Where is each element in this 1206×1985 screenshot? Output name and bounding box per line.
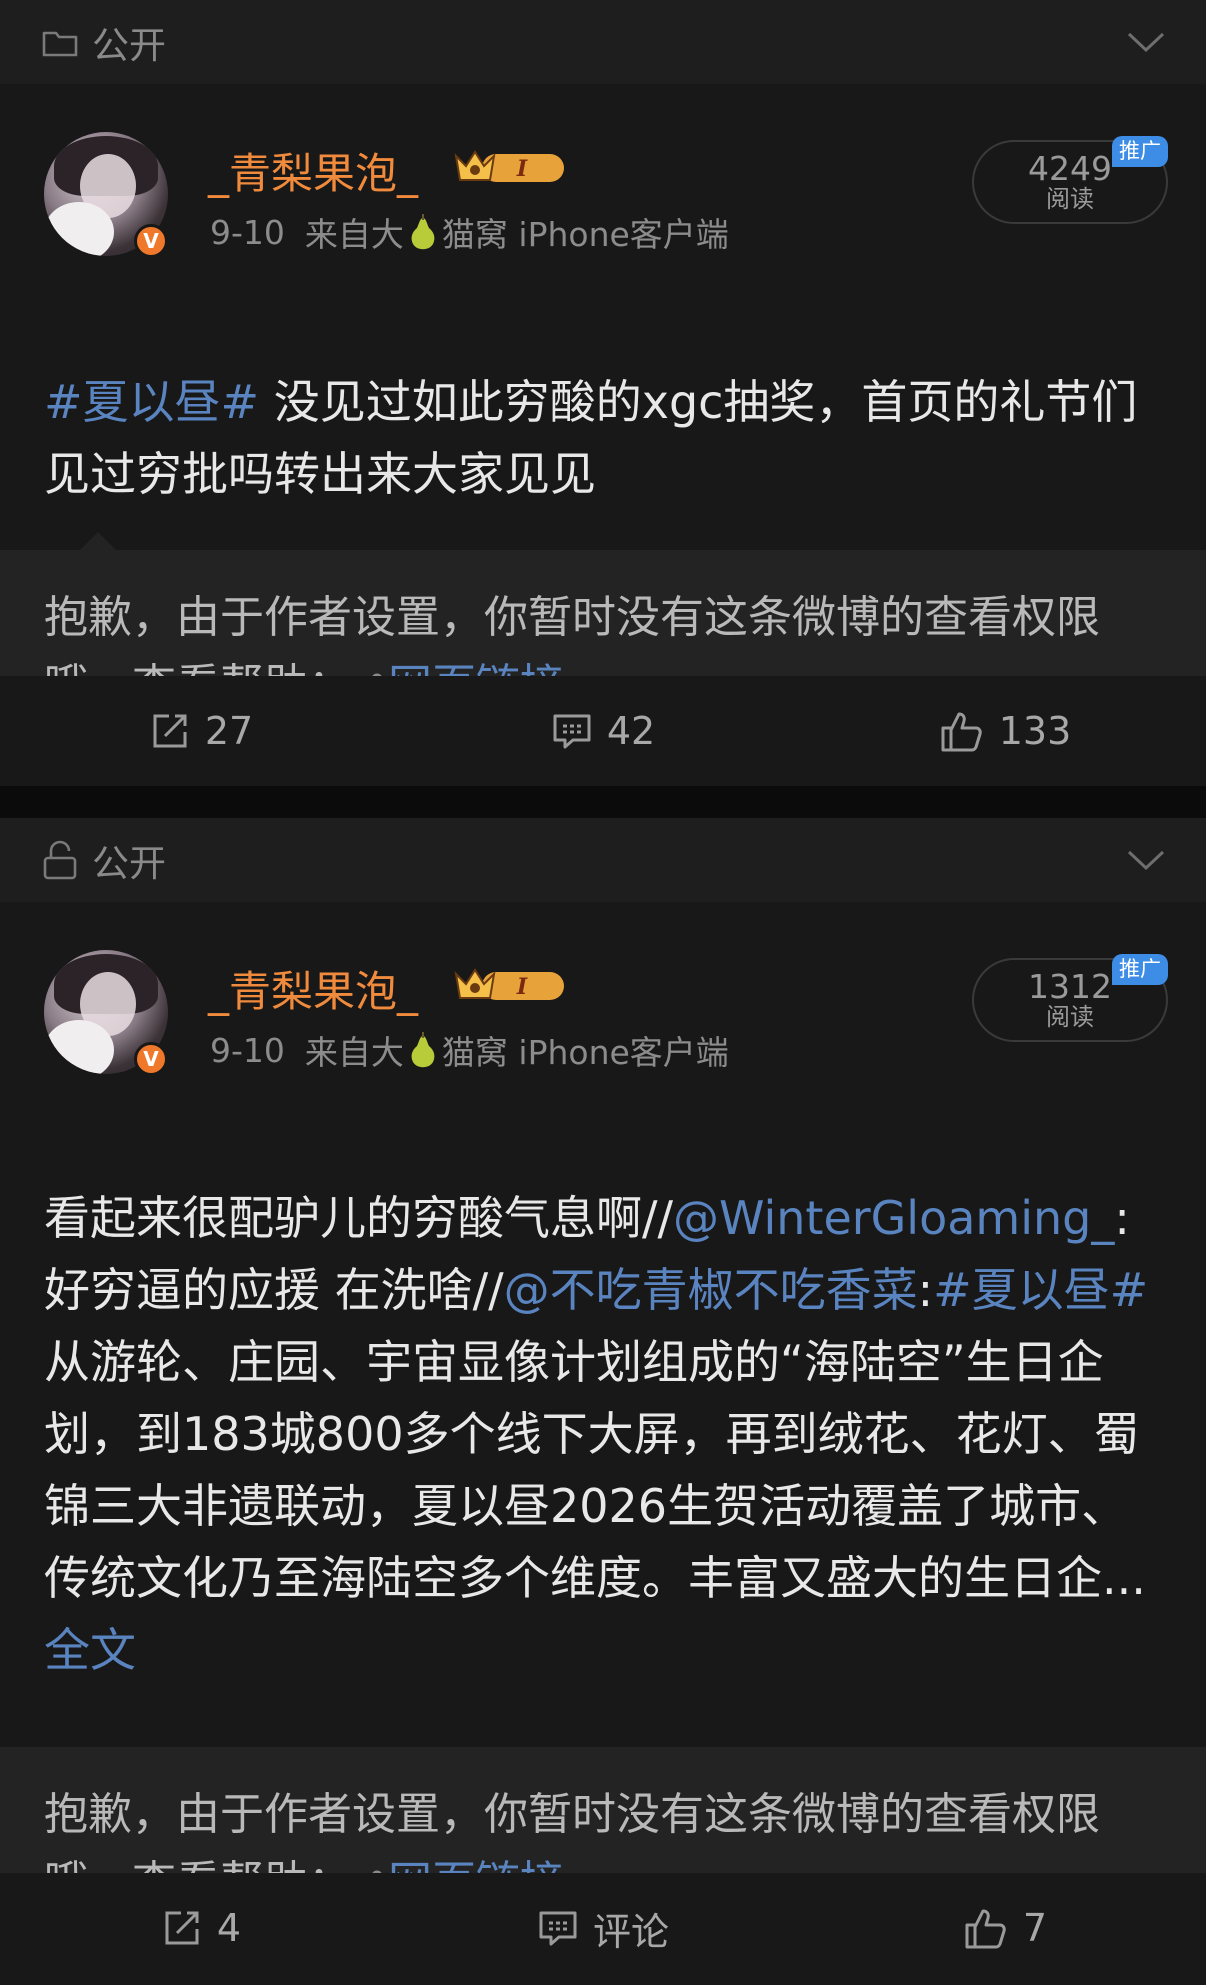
thumbs-up-icon	[965, 1909, 1006, 1949]
promo-button[interactable]: 推广	[1112, 136, 1168, 167]
post-meta: 9-10 来自大 猫窝 iPhone客户端	[210, 208, 729, 256]
unlock-icon	[40, 840, 80, 880]
post-card-1: 公开 V _青梨果泡_ I 9-10 来自大 猫窝 iPhone客户端 4249…	[0, 0, 1206, 786]
source-prefix: 来自大	[304, 215, 404, 254]
username[interactable]: _青梨果泡_	[208, 958, 418, 1019]
comment-button[interactable]: 评论	[402, 1873, 804, 1983]
username[interactable]: _青梨果泡_	[208, 140, 418, 201]
verified-badge-icon: V	[134, 224, 168, 258]
repost-icon	[165, 1911, 199, 1945]
hashtag-link[interactable]: #夏以昼#	[933, 1263, 1148, 1317]
promo-button[interactable]: 推广	[1112, 954, 1168, 985]
full-text-link[interactable]: 全文	[44, 1623, 136, 1677]
post-text: 看起来很配驴儿的穷酸气息啊//@WinterGloaming_:好穷逼的应援 在…	[44, 1191, 1149, 1677]
post-date: 9-10	[210, 1030, 285, 1070]
post-date: 9-10	[210, 212, 285, 252]
visibility-bar[interactable]: 公开	[0, 0, 1206, 84]
repost-button[interactable]: 4	[0, 1873, 402, 1983]
source-prefix: 来自大	[304, 1033, 404, 1072]
repost-button[interactable]: 27	[0, 676, 402, 786]
hashtag-link[interactable]: #夏以昼#	[44, 375, 259, 429]
svg-text:I: I	[516, 974, 528, 1000]
action-bar: 27 42 133	[0, 676, 1206, 786]
vip-level-icon[interactable]: I	[452, 962, 568, 1012]
verified-badge-icon: V	[134, 1042, 168, 1076]
pear-icon	[411, 1032, 435, 1068]
thumbs-up-icon	[941, 712, 982, 752]
comment-button[interactable]: 42	[402, 676, 804, 786]
action-bar: 4 评论 7	[0, 1873, 1206, 1983]
chevron-down-icon[interactable]	[1124, 20, 1168, 64]
source-suffix[interactable]: 猫窝 iPhone客户端	[442, 208, 729, 256]
vip-level-icon[interactable]: I	[452, 144, 568, 194]
source-suffix[interactable]: 猫窝 iPhone客户端	[442, 1026, 729, 1074]
chevron-down-icon[interactable]	[1124, 838, 1168, 882]
comment-icon	[539, 1911, 577, 1946]
visibility-label: 公开	[92, 24, 166, 67]
post-meta: 9-10 来自大 猫窝 iPhone客户端	[210, 1026, 729, 1074]
visibility-label: 公开	[92, 842, 166, 885]
repost-icon	[153, 714, 187, 748]
folder-icon	[40, 22, 80, 62]
post-text: #夏以昼# 没见过如此穷酸的xgc抽奖，首页的礼节们见过穷批吗转出来大家见见	[44, 375, 1138, 501]
visibility-bar[interactable]: 公开	[0, 818, 1206, 902]
like-button[interactable]: 7	[804, 1873, 1206, 1983]
like-button[interactable]: 133	[804, 676, 1206, 786]
mention-link[interactable]: @WinterGloaming_	[673, 1191, 1114, 1245]
mention-link[interactable]: @不吃青椒不吃香菜	[504, 1263, 918, 1317]
pear-icon	[411, 214, 435, 250]
post-card-2: 公开 V _青梨果泡_ I 9-10 来自大 猫窝 iPhone客户端 1312…	[0, 818, 1206, 1985]
comment-icon	[553, 714, 591, 749]
svg-text:I: I	[516, 156, 528, 182]
